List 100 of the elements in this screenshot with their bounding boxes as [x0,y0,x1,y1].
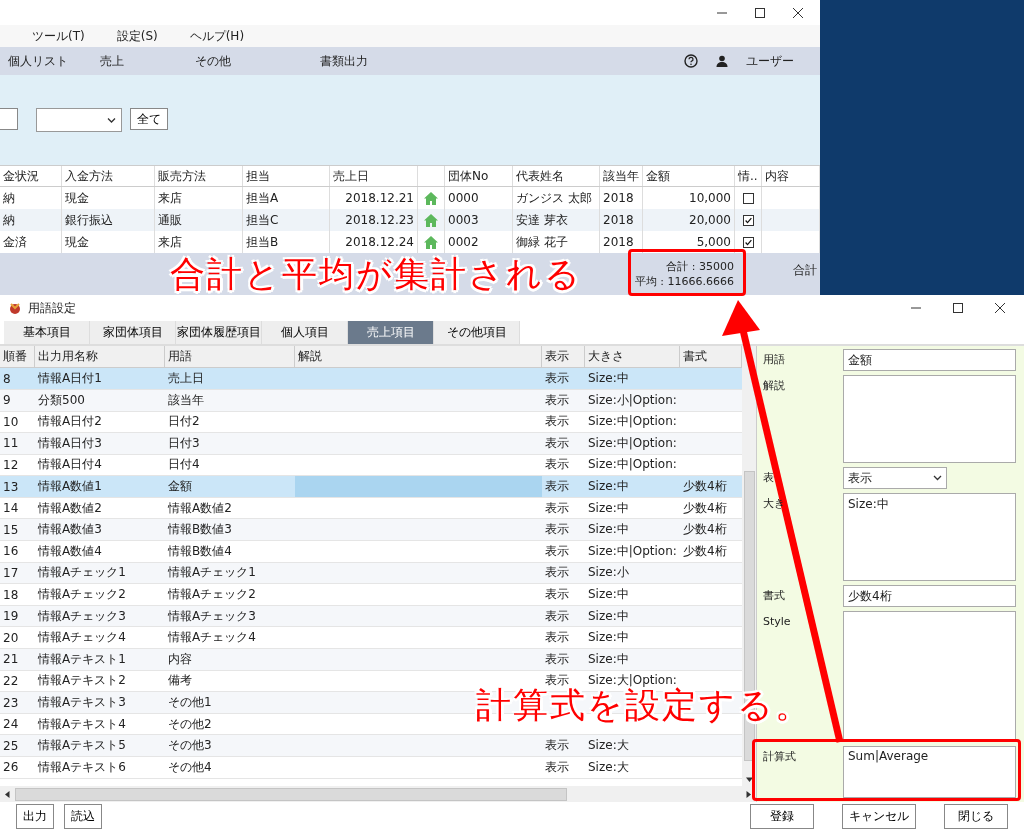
table-cell: 情報Aテキスト5 [38,737,126,755]
close-icon[interactable] [992,300,1008,316]
footer-button[interactable]: 出力 [16,804,54,830]
column-header[interactable]: 売上日 [330,166,418,186]
nav-item[interactable]: その他 [195,53,231,68]
maximize-icon[interactable] [950,300,966,316]
table-cell: 表示 [545,650,569,668]
tab[interactable]: 家団体項目 [90,321,176,345]
input-field[interactable]: 金額 [843,349,1016,372]
field-label: Style [763,615,791,629]
table-row[interactable]: 15 情報A数値3 情報B数値3 表示 Size:中 少数4桁 [0,519,742,542]
table-cell: 情報A日付1 [38,370,102,388]
nav-item[interactable]: 個人リスト [8,53,68,68]
table-row[interactable]: 26 情報Aテキスト6 その他4 表示 Size:大 [0,757,742,779]
column-header[interactable]: 解説 [295,346,542,368]
table-cell: 13 [3,479,19,494]
nav-item[interactable]: 書類出力 [320,53,368,68]
table-cell: 表示 [545,413,569,431]
table-cell: 情報Aチェック1 [38,564,126,582]
table-cell: 情報A日付3 [38,434,102,452]
table-cell: 表示 [545,542,569,560]
table-cell: 2018.12.23 [345,213,414,227]
column-header[interactable]: 販売方法 [155,166,243,186]
dropdown[interactable] [36,108,122,132]
summary-text: 合計 : 35000 [666,259,734,274]
scroll-left-icon[interactable] [4,790,11,798]
dropdown[interactable]: 表示 [843,467,947,490]
checkbox[interactable] [742,236,754,248]
table-row[interactable]: 19 情報Aチェック3 情報Aチェック3 表示 Size:中 [0,605,742,628]
user-name[interactable]: ユーザー [746,52,794,70]
table-row[interactable]: 13 情報A数値1 金額 表示 Size:中 少数4桁 [0,476,742,498]
all-button[interactable]: 全て [130,108,168,130]
table-cell: 担当B [246,233,279,251]
field-label: 用語 [763,353,785,367]
scrollbar[interactable] [0,786,756,803]
column-header[interactable]: 出力用名称 [35,346,165,368]
menu-item[interactable]: ツール(T) [16,27,101,45]
user-icon[interactable] [716,55,728,67]
table-cell: 安達 芽衣 [516,211,568,229]
tab[interactable]: 売上項目 [348,321,434,345]
column-header[interactable]: 情.. [735,166,762,186]
column-header[interactable]: 金額 [643,166,735,186]
table-row[interactable]: 16 情報A数値4 情報B数値4 表示 Size:中|Option: 少数4桁 [0,541,742,563]
table-cell: 表示 [545,456,569,474]
checkbox[interactable] [742,192,754,204]
table-cell: Size:中 [588,521,629,539]
column-header[interactable]: 用語 [165,346,295,368]
footer-button[interactable]: 閉じる [944,804,1008,830]
table-cell: 情報B数値4 [168,542,232,560]
column-header[interactable]: 団体No [445,166,513,186]
table-cell: 表示 [545,499,569,517]
field-label: 計算式 [763,750,796,764]
summary-text: 平均 : 11666.6666 [634,274,734,289]
table-cell: 表示 [545,564,569,582]
table-cell: 18 [3,587,19,602]
footer-button[interactable]: 登録 [750,804,814,830]
table-cell: 表示 [545,629,569,647]
text-area[interactable]: Size:中 [843,493,1016,582]
table-cell: Size:中 [588,586,629,604]
table-row[interactable]: 25 情報Aテキスト5 その他3 表示 Size:大 [0,735,742,757]
menu-item[interactable]: 設定(S) [100,27,174,45]
table-cell: 情報Aテキスト3 [38,694,126,711]
scroll-right-icon[interactable] [745,790,752,798]
tab[interactable]: 基本項目 [4,321,90,345]
column-header[interactable]: 内容 [762,166,820,186]
table-row[interactable]: 18 情報Aチェック2 情報Aチェック2 表示 Size:中 [0,584,742,606]
column-header[interactable]: 該当年 [600,166,643,186]
column-header[interactable]: 表示 [542,346,585,368]
column-header[interactable]: 代表姓名 [513,166,600,186]
scroll-down-icon[interactable] [745,776,753,784]
nav-item[interactable]: 売上 [100,53,124,68]
tab[interactable]: 個人項目 [262,321,348,345]
column-header[interactable]: 金状況 [0,166,62,186]
column-header[interactable]: 担当 [243,166,330,186]
input-field[interactable]: 少数4桁 [843,585,1016,608]
menu-item[interactable]: ヘルプ(H) [173,27,261,45]
footer-button[interactable]: キャンセル [842,804,916,830]
tab[interactable]: 家団体履歴項目 [176,321,262,345]
text-area[interactable]: Sum|Average [843,746,1016,799]
checkbox[interactable] [742,214,754,226]
table-cell: 表示 [545,370,569,388]
column-header[interactable]: 順番 [0,346,35,368]
table-cell: 情報Aチェック4 [168,629,256,647]
table-row[interactable]: 9 分類500 該当年 表示 Size:小|Option: [0,389,742,412]
table-row[interactable]: 11 情報A日付3 日付3 表示 Size:中|Option: [0,433,742,455]
column-header[interactable]: 入金方法 [62,166,155,186]
help-icon[interactable] [684,54,698,68]
table-cell: 日付4 [168,456,200,474]
text-field[interactable] [0,108,18,130]
column-header[interactable]: 大きさ [585,346,680,368]
footer-button[interactable]: 読込 [64,804,102,830]
table-cell: 9 [3,393,11,408]
table-cell: 情報Aテキスト1 [38,650,126,668]
tab[interactable]: その他項目 [434,321,520,345]
table-cell: 19 [3,609,19,624]
table-row[interactable]: 21 情報Aテキスト1 内容 表示 Size:中 [0,649,742,671]
table-cell: 2018 [603,191,634,205]
table-cell: Size:中|Option: [588,542,677,560]
table-row[interactable]: 8 情報A日付1 売上日 表示 Size:中 [0,368,742,390]
table-row[interactable]: 17 情報Aチェック1 情報Aチェック1 表示 Size:小 [0,562,742,585]
